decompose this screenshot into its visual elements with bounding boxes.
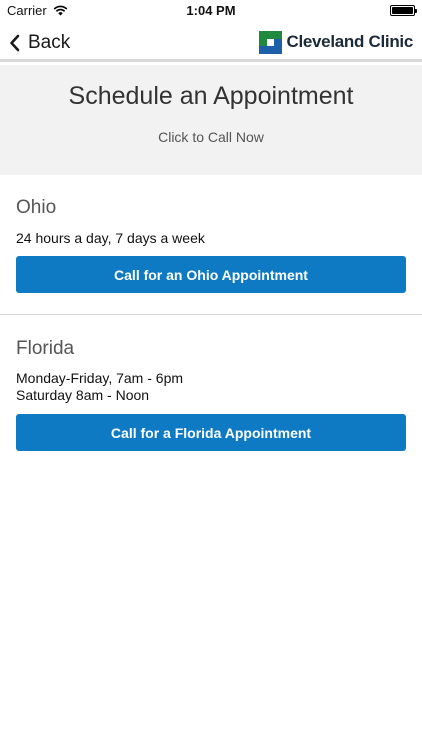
battery-fill — [392, 7, 413, 14]
status-bar: Carrier 1:04 PM — [0, 0, 422, 22]
hours-line: 24 hours a day, 7 days a week — [16, 230, 205, 246]
chevron-left-icon — [10, 34, 20, 52]
status-time: 1:04 PM — [186, 3, 236, 18]
region-title: Florida — [16, 338, 75, 359]
cleveland-clinic-logo: Cleveland Clinic — [259, 30, 413, 54]
battery-icon — [390, 5, 417, 16]
logo-text: Cleveland Clinic — [286, 32, 413, 51]
nav-bar: Back Cleveland Clinic — [0, 22, 422, 62]
back-label: Back — [28, 32, 71, 53]
call-now-link[interactable]: Click to Call Now — [0, 129, 422, 145]
region-ohio: Ohio 24 hours a day, 7 days a week Call … — [0, 175, 422, 315]
call-ohio-button[interactable]: Call for an Ohio Appointment — [16, 256, 406, 293]
header-panel: Schedule an Appointment Click to Call No… — [0, 65, 422, 175]
call-florida-button[interactable]: Call for a Florida Appointment — [16, 414, 406, 451]
page-title: Schedule an Appointment — [68, 82, 354, 110]
hours-line: Monday-Friday, 7am - 6pm — [16, 370, 184, 386]
region-florida: Florida Monday-Friday, 7am - 6pm Saturda… — [0, 316, 422, 466]
hours-line: Saturday 8am - Noon — [16, 387, 150, 403]
back-button[interactable]: Back — [8, 30, 70, 56]
region-title: Ohio — [16, 197, 57, 218]
logo-mark-icon — [259, 30, 283, 54]
battery-tip — [415, 9, 417, 13]
